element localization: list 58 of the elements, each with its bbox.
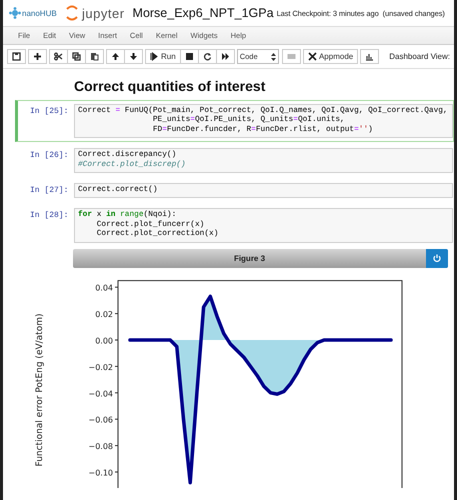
appmode-icon [308,52,317,61]
cell-prompt: In [25]: [30,106,70,116]
y-tick-mark [114,286,118,288]
fast-forward-button[interactable] [216,49,235,64]
appmode-button[interactable]: Appmode [302,49,358,64]
dashboard-view-label: Dashboard View: [389,52,450,61]
cut-icon [54,52,63,61]
cell-prompt: In [28]: [30,210,70,220]
save-button[interactable] [7,49,26,64]
stop-button[interactable] [180,49,199,64]
figure-title: Figure 3 [232,254,266,263]
insert-cell-icon [33,52,42,61]
restart-icon [202,52,212,61]
move-up-icon [111,52,120,61]
restart-button[interactable] [198,49,217,64]
power-button[interactable] [426,248,448,268]
cell-prompt: In [26]: [30,150,70,160]
app-name: jupyter [82,6,125,20]
y-tick-label: 0.00 [95,336,113,346]
paste-icon [90,52,99,61]
move-down-button[interactable] [124,49,143,64]
y-tick-label: −0.04 [88,388,113,398]
y-tick-mark [114,471,118,472]
notebook-title[interactable]: Morse_Exp6_NPT_1GPa [132,6,274,20]
y-axis-label: Functional error PotEng (eV/atom) [35,313,45,466]
cell-prompt: In [27]: [30,185,70,196]
run-icon [150,52,159,61]
power-icon [433,254,441,262]
run-button[interactable]: Run [145,49,181,64]
stop-icon [184,52,194,61]
insert-cell-button[interactable] [28,49,47,64]
dropdown-arrow-icon [270,52,276,60]
y-tick-label: 0.04 [95,283,113,292]
jupyter-logo-icon [65,5,79,21]
y-tick-mark [114,418,118,420]
y-tick-label: −0.02 [88,362,113,372]
y-tick-label: −0.08 [88,442,113,451]
section-heading: Correct quantities of interest [73,77,266,96]
cut-button[interactable] [49,49,68,64]
y-tick-mark [114,392,118,393]
paste-button[interactable] [85,49,104,64]
copy-icon [72,52,81,61]
y-tick-mark [114,444,118,446]
fast-forward-icon [220,52,230,61]
y-tick-label: −0.06 [88,415,113,424]
y-tick-mark [114,312,118,314]
move-down-icon [129,52,138,61]
nanohub-logo-icon [9,7,21,19]
y-tick-label: −0.10 [88,468,113,478]
dashboard-icon [365,52,374,61]
copy-button[interactable] [67,49,86,64]
y-tick-mark [114,339,118,340]
y-tick-mark [114,366,118,367]
dashboard-button[interactable] [360,49,380,64]
save-icon [12,52,21,61]
move-up-button[interactable] [106,49,125,64]
logo-text: nanoHUB [22,8,57,18]
y-tick-label: 0.02 [95,310,113,319]
